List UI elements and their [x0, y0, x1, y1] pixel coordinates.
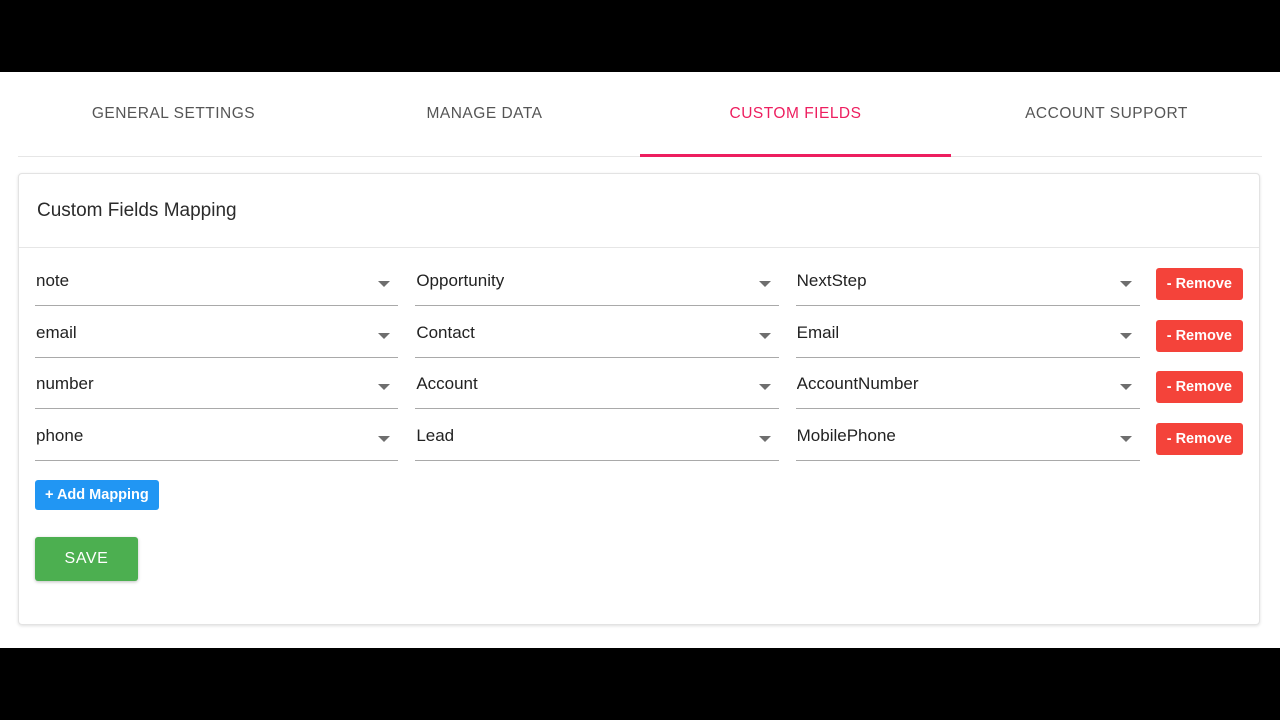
target-field-select-3[interactable]: MobilePhone: [795, 423, 1140, 461]
chevron-down-icon: [1119, 281, 1132, 287]
chevron-down-icon: [758, 281, 771, 287]
target-field-value: Email: [796, 322, 840, 342]
object-name-value: Account: [416, 374, 478, 393]
target-field-select-2[interactable]: AccountNumber: [795, 371, 1140, 409]
add-mapping-button[interactable]: + Add Mapping: [35, 480, 159, 510]
object-name-select-3[interactable]: Lead: [415, 423, 779, 461]
tab-custom-fields[interactable]: CUSTOM FIELDS: [640, 72, 951, 157]
source-field-select-2[interactable]: number: [35, 371, 399, 409]
source-field-value: email: [36, 322, 77, 342]
chevron-down-icon: [1119, 332, 1132, 339]
target-field-value: NextStep: [796, 271, 867, 290]
remove-mapping-button-3[interactable]: - Remove: [1155, 422, 1243, 455]
settings-tab-bar: GENERAL SETTINGS MANAGE DATA CUSTOM FIEL…: [18, 72, 1262, 157]
tab-general-settings[interactable]: GENERAL SETTINGS: [18, 72, 329, 156]
target-field-value: AccountNumber: [796, 374, 919, 393]
tab-label: CUSTOM FIELDS: [729, 105, 862, 122]
table-row: phone Lead MobilePhone - Remove: [35, 422, 1243, 475]
source-field-value: note: [36, 271, 70, 290]
letterbox-top: [0, 0, 1280, 72]
chevron-down-icon: [378, 281, 391, 287]
card-body: note Opportunity NextStep - Remove email…: [19, 248, 1259, 581]
letterbox-bottom: [0, 648, 1280, 720]
target-field-select-0[interactable]: NextStep: [795, 268, 1140, 306]
app-viewport: GENERAL SETTINGS MANAGE DATA CUSTOM FIEL…: [0, 72, 1280, 648]
tab-manage-data[interactable]: MANAGE DATA: [329, 72, 640, 156]
chevron-down-icon: [378, 435, 391, 442]
object-name-select-1[interactable]: Contact: [415, 320, 779, 358]
card-header: Custom Fields Mapping: [19, 174, 1259, 248]
object-name-select-2[interactable]: Account: [415, 371, 779, 409]
source-field-select-1[interactable]: email: [35, 320, 399, 358]
table-row: number Account AccountNumber - Remove: [35, 371, 1243, 423]
source-field-select-3[interactable]: phone: [35, 423, 399, 461]
remove-mapping-button-1[interactable]: - Remove: [1155, 319, 1243, 352]
chevron-down-icon: [1119, 435, 1132, 442]
chevron-down-icon: [378, 332, 391, 339]
source-field-value: phone: [36, 425, 84, 445]
save-button[interactable]: SAVE: [35, 537, 138, 581]
chevron-down-icon: [1119, 384, 1132, 390]
tab-account-support[interactable]: ACCOUNT SUPPORT: [951, 72, 1262, 156]
object-name-value: Contact: [416, 322, 475, 342]
source-field-value: number: [36, 374, 94, 393]
table-row: note Opportunity NextStep - Remove: [35, 268, 1243, 320]
tab-active-underline: [640, 154, 951, 157]
page-title: Custom Fields Mapping: [37, 199, 237, 221]
tab-label: GENERAL SETTINGS: [91, 105, 256, 122]
custom-fields-mapping-card: Custom Fields Mapping note Opportunity N…: [18, 173, 1260, 625]
object-name-select-0[interactable]: Opportunity: [415, 268, 779, 306]
remove-mapping-button-0[interactable]: - Remove: [1155, 268, 1243, 300]
target-field-value: MobilePhone: [796, 425, 896, 445]
target-field-select-1[interactable]: Email: [795, 320, 1140, 358]
chevron-down-icon: [758, 384, 771, 390]
tab-label: MANAGE DATA: [426, 105, 543, 122]
source-field-select-0[interactable]: note: [35, 268, 399, 306]
screen: GENERAL SETTINGS MANAGE DATA CUSTOM FIEL…: [0, 0, 1280, 720]
chevron-down-icon: [758, 435, 771, 442]
object-name-value: Lead: [416, 425, 455, 445]
tab-label: ACCOUNT SUPPORT: [1025, 105, 1188, 122]
table-row: email Contact Email - Remove: [35, 319, 1243, 372]
chevron-down-icon: [758, 332, 771, 339]
object-name-value: Opportunity: [416, 271, 505, 290]
remove-mapping-button-2[interactable]: - Remove: [1155, 371, 1243, 403]
chevron-down-icon: [378, 384, 391, 390]
